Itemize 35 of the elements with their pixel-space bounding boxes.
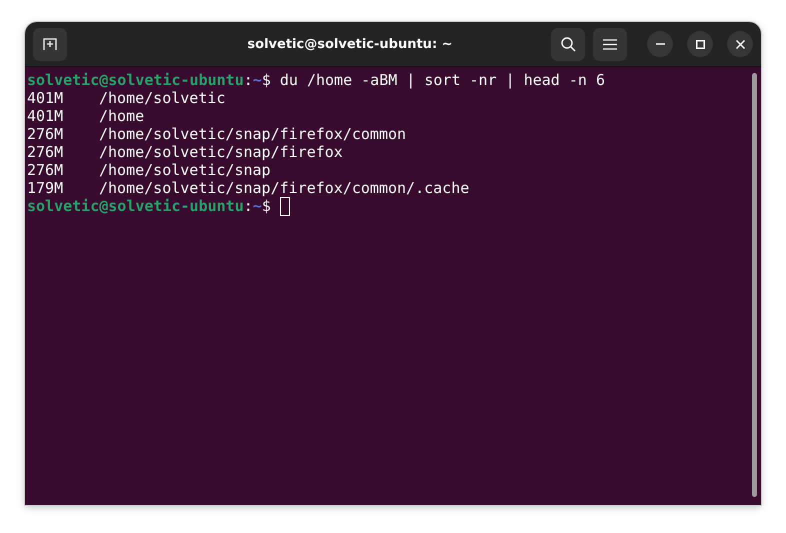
menu-button[interactable] <box>593 28 627 60</box>
search-icon <box>560 36 576 52</box>
maximize-icon <box>696 40 704 48</box>
size-text: 179M <box>27 179 64 197</box>
path-text: /home/solvetic/snap/firefox/common/.cache <box>99 179 470 197</box>
size-text: 401M <box>27 89 64 107</box>
close-button[interactable] <box>727 31 753 57</box>
path-text: /home <box>99 107 144 125</box>
minimize-icon <box>656 43 664 45</box>
size-text: 276M <box>27 161 64 179</box>
prompt-directory: ~ <box>252 197 262 215</box>
prompt-symbol: $ <box>262 71 271 89</box>
prompt-symbol: $ <box>262 197 271 215</box>
new-tab-icon <box>43 38 57 50</box>
close-icon <box>736 40 744 48</box>
path-text: /home/solvetic/snap/firefox <box>99 143 343 161</box>
maximize-button[interactable] <box>687 31 713 57</box>
scrollbar[interactable] <box>752 73 757 497</box>
command-text: du /home -aBM | sort -nr | head -n 6 <box>280 71 605 89</box>
path-text: /home/solvetic <box>99 89 226 107</box>
size-text: 276M <box>27 143 64 161</box>
size-text: 276M <box>27 125 64 143</box>
size-text: 401M <box>27 107 64 125</box>
path-text: /home/solvetic/snap/firefox/common <box>99 125 406 143</box>
menu-icon <box>603 38 617 50</box>
search-button[interactable] <box>551 28 585 60</box>
prompt-user-host: solvetic@solvetic-ubuntu <box>27 197 244 215</box>
minimize-button[interactable] <box>647 31 673 57</box>
prompt-separator: : <box>244 71 253 89</box>
path-text: /home/solvetic/snap <box>99 161 271 179</box>
prompt-user-host: solvetic@solvetic-ubuntu <box>27 71 244 89</box>
window-title: solvetic@solvetic-ubuntu: ~ <box>246 36 454 52</box>
prompt-directory: ~ <box>252 71 262 89</box>
prompt-separator: : <box>244 197 253 215</box>
new-tab-button[interactable] <box>33 28 67 60</box>
